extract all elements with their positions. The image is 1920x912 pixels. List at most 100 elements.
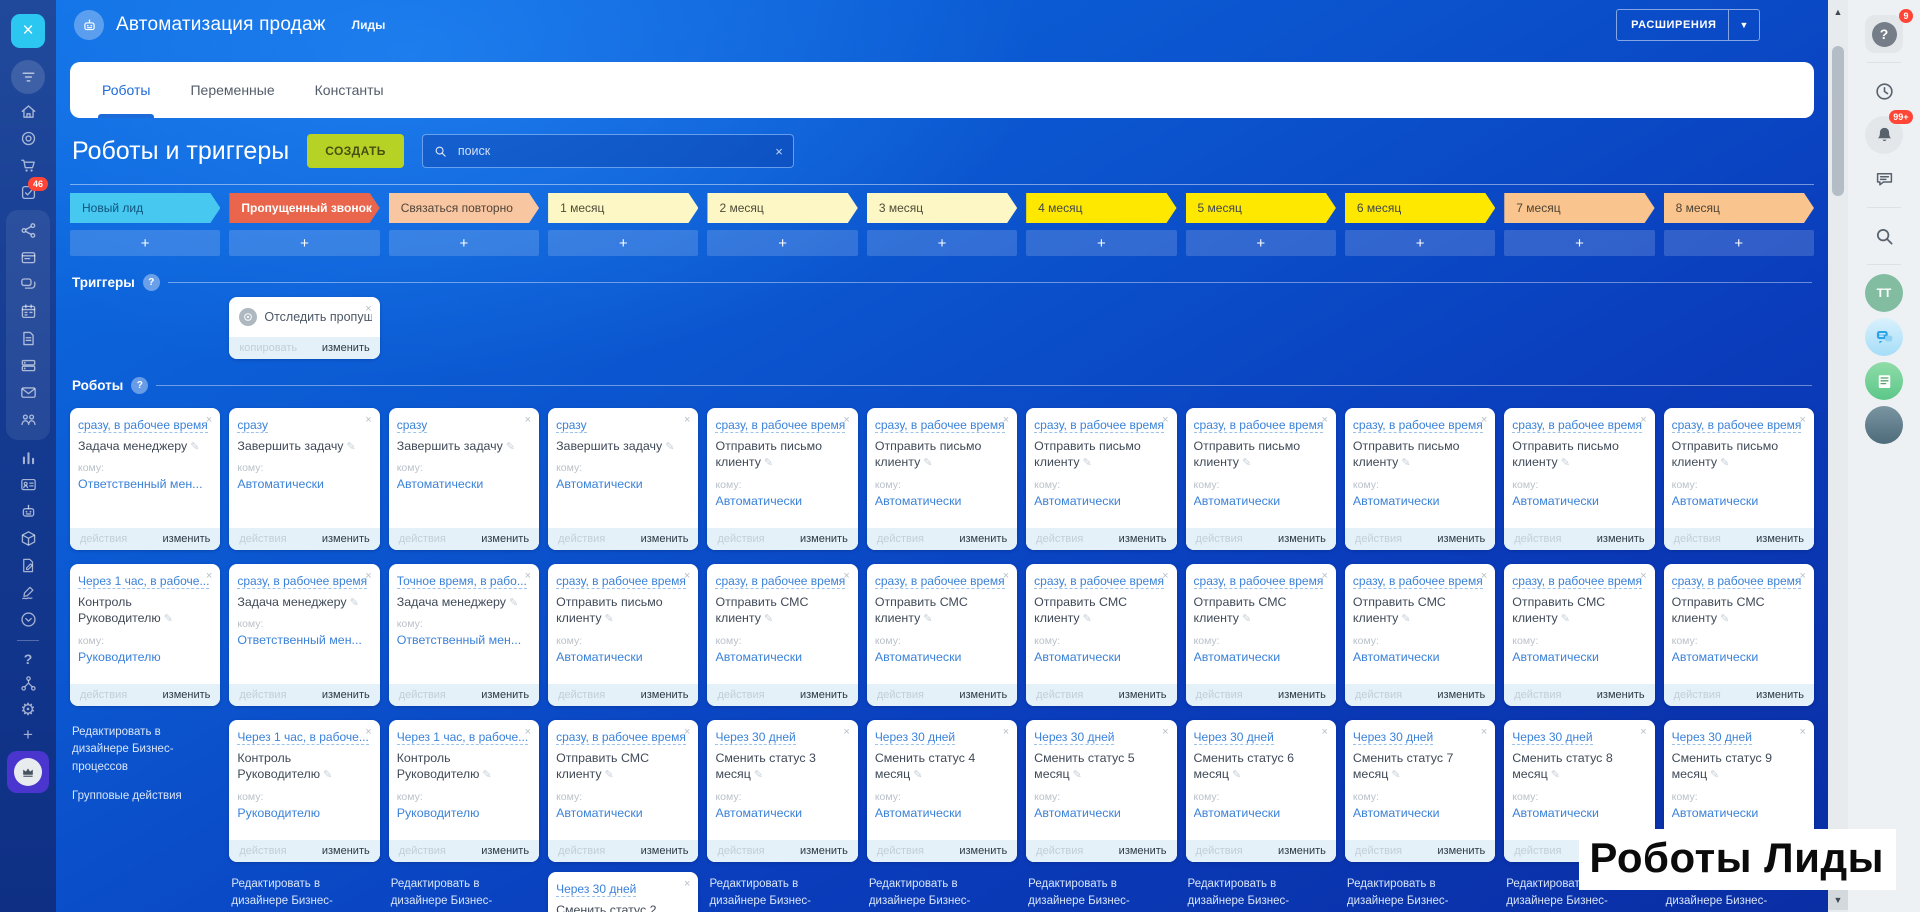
pencil-icon[interactable]: ✎: [346, 441, 355, 453]
close-icon[interactable]: ×: [525, 727, 531, 738]
robot-when-link[interactable]: сразу, в рабочее время: [1512, 418, 1643, 433]
robot-action-name[interactable]: Отправить СМС клиенту ✎: [1353, 594, 1487, 628]
robot-action-name[interactable]: Задача менеджеру ✎: [397, 594, 531, 611]
robot-icon[interactable]: [19, 502, 38, 521]
robot-action-name[interactable]: Отправить СМС клиенту ✎: [1672, 594, 1806, 628]
notifications-icon[interactable]: 99+: [1865, 110, 1913, 154]
designer-link[interactable]: Редактировать в дизайнере Бизнес-процесс…: [72, 724, 214, 776]
to-value-link[interactable]: Автоматически: [1672, 650, 1806, 664]
to-value-link[interactable]: Автоматически: [875, 806, 1009, 820]
close-icon[interactable]: ×: [1162, 727, 1168, 738]
share-icon[interactable]: [19, 221, 38, 240]
to-value-link[interactable]: Автоматически: [1194, 494, 1328, 508]
designer-link[interactable]: Редактировать в дизайнере Бизнес-процесс…: [1188, 876, 1330, 912]
cart-icon[interactable]: [19, 156, 38, 175]
edit-link[interactable]: изменить: [1119, 845, 1167, 857]
robot-when-link[interactable]: сразу, в рабочее время: [1193, 418, 1324, 433]
pencil-icon[interactable]: ✎: [509, 597, 518, 609]
robot-when-link[interactable]: Точное время, в рабо...: [396, 574, 527, 589]
to-value-link[interactable]: Ответственный мен...: [237, 633, 371, 647]
robot-when-link[interactable]: сразу: [556, 418, 587, 433]
search-icon[interactable]: [1865, 217, 1903, 255]
robot-action-name[interactable]: Сменить статус 3 месяц ✎: [715, 750, 849, 784]
pencil-icon[interactable]: ✎: [506, 441, 515, 453]
edit-link[interactable]: изменить: [1437, 533, 1485, 545]
actions-link[interactable]: действия: [399, 533, 446, 545]
help-icon[interactable]: ? 9: [1865, 9, 1913, 53]
robot-when-link[interactable]: сразу, в рабочее время: [715, 418, 846, 433]
to-value-link[interactable]: Автоматически: [237, 477, 371, 491]
tree-icon[interactable]: [19, 674, 38, 693]
close-icon[interactable]: ×: [1800, 571, 1806, 582]
close-icon[interactable]: ×: [1640, 727, 1646, 738]
help-icon[interactable]: ?: [24, 652, 33, 666]
robot-action-name[interactable]: Сменить статус 4 месяц ✎: [875, 750, 1009, 784]
pencil-icon[interactable]: ✎: [190, 441, 199, 453]
to-value-link[interactable]: Автоматически: [397, 477, 531, 491]
close-icon[interactable]: ×: [684, 415, 690, 426]
robot-action-name[interactable]: Отправить СМС клиенту ✎: [1512, 594, 1646, 628]
actions-link[interactable]: действия: [1674, 689, 1721, 701]
extensions-button[interactable]: РАСШИРЕНИЯ ▼: [1616, 9, 1760, 41]
close-icon[interactable]: ×: [1481, 415, 1487, 426]
robot-action-name[interactable]: Отправить письмо клиенту ✎: [875, 438, 1009, 472]
close-icon[interactable]: ×: [684, 571, 690, 582]
robot-when-link[interactable]: Через 30 дней: [556, 882, 637, 897]
robot-action-name[interactable]: Контроль Руководителю ✎: [397, 750, 531, 784]
actions-link[interactable]: действия: [558, 689, 605, 701]
robot-when-link[interactable]: Через 30 дней: [1671, 730, 1752, 745]
robot-when-link[interactable]: Через 30 дней: [874, 730, 956, 745]
actions-link[interactable]: действия: [1355, 689, 1402, 701]
close-icon[interactable]: ×: [206, 571, 212, 582]
filter-icon[interactable]: [11, 60, 45, 94]
robot-when-link[interactable]: сразу, в рабочее время: [78, 418, 208, 433]
drive-icon[interactable]: [19, 356, 38, 375]
robot-action-name[interactable]: Отправить СМС клиенту ✎: [556, 750, 690, 784]
actions-link[interactable]: действия: [239, 533, 286, 545]
actions-link[interactable]: действия: [80, 533, 127, 545]
scroll-up-icon[interactable]: ▲: [1828, 2, 1848, 22]
pencil-icon[interactable]: ✎: [665, 441, 674, 453]
to-value-link[interactable]: Автоматически: [556, 477, 690, 491]
to-value-link[interactable]: Руководителю: [397, 806, 531, 820]
pencil-icon[interactable]: ✎: [913, 769, 922, 781]
robot-when-link[interactable]: Через 30 дней: [715, 730, 796, 745]
trigger-title[interactable]: Отследить пропущ...: [264, 310, 371, 324]
scrollbar-thumb[interactable]: [1832, 46, 1844, 196]
robot-action-name[interactable]: Отправить письмо клиенту ✎: [715, 438, 849, 472]
pencil-icon[interactable]: ✎: [923, 613, 932, 625]
actions-link[interactable]: действия: [239, 689, 286, 701]
to-value-link[interactable]: Автоматически: [715, 806, 849, 820]
messenger-icon[interactable]: [1865, 318, 1903, 356]
pencil-icon[interactable]: ✎: [1710, 769, 1719, 781]
edit-link[interactable]: изменить: [1437, 689, 1485, 701]
to-value-link[interactable]: Руководителю: [237, 806, 371, 820]
chat-icon[interactable]: [19, 275, 38, 294]
robot-action-name[interactable]: Сменить статус 8 месяц ✎: [1512, 750, 1646, 784]
to-value-link[interactable]: Автоматически: [1034, 650, 1168, 664]
actions-link[interactable]: действия: [1196, 533, 1243, 545]
add-robot-button-8[interactable]: +: [1185, 230, 1336, 256]
robot-action-name[interactable]: Отправить СМС клиенту ✎: [875, 594, 1009, 628]
edit-link[interactable]: изменить: [163, 533, 211, 545]
close-icon[interactable]: ×: [206, 415, 212, 426]
edit-link[interactable]: изменить: [641, 533, 689, 545]
to-value-link[interactable]: Автоматически: [1672, 494, 1806, 508]
add-robot-button-1[interactable]: +: [70, 230, 221, 256]
edit-link[interactable]: изменить: [481, 845, 529, 857]
robot-when-link[interactable]: сразу, в рабочее время: [1352, 574, 1483, 589]
add-robot-button-9[interactable]: +: [1344, 230, 1496, 256]
robot-when-link[interactable]: сразу, в рабочее время: [874, 574, 1005, 589]
actions-link[interactable]: действия: [558, 845, 605, 857]
robot-when-link[interactable]: Через 1 час, в рабоче...: [237, 730, 369, 745]
edit-link[interactable]: изменить: [1756, 689, 1804, 701]
pencil-icon[interactable]: ✎: [754, 769, 763, 781]
actions-link[interactable]: действия: [1674, 533, 1721, 545]
pencil-icon[interactable]: ✎: [1391, 769, 1400, 781]
search-input[interactable]: [455, 143, 768, 159]
box-icon[interactable]: [19, 529, 38, 548]
add-robot-button-4[interactable]: +: [548, 230, 699, 256]
actions-link[interactable]: действия: [80, 689, 127, 701]
close-icon[interactable]: ×: [684, 727, 690, 738]
close-icon[interactable]: ×: [1321, 571, 1327, 582]
